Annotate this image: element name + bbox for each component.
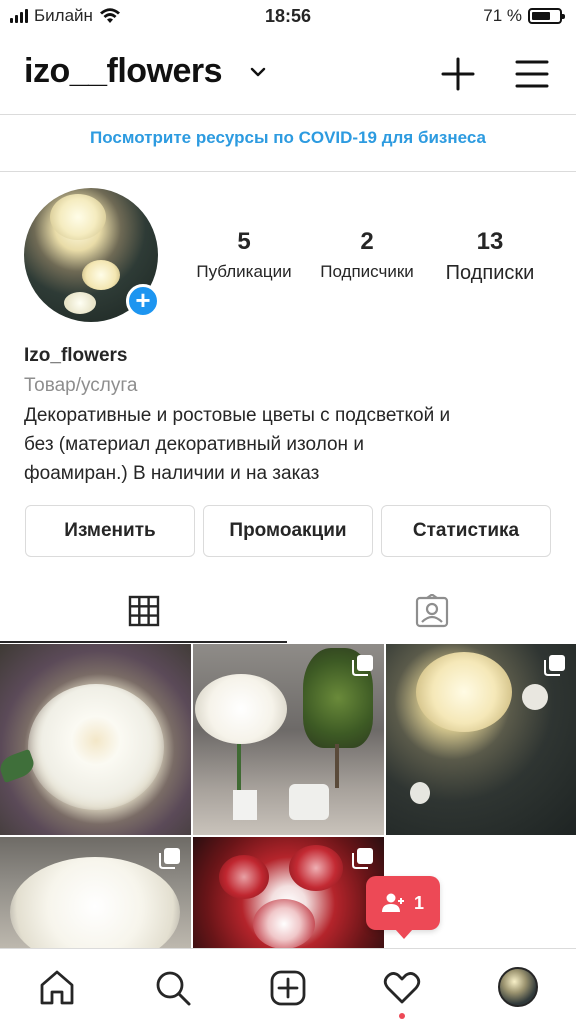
post-thumbnail[interactable] [0,644,191,835]
multiple-photos-icon [159,848,180,869]
heart-icon[interactable] [383,969,421,1007]
insights-button[interactable]: Статистика [381,505,551,557]
battery-group: 71 % [483,6,565,26]
post-thumbnail[interactable] [193,644,384,835]
battery-percent: 71 % [483,6,522,25]
divider [0,114,576,115]
stat-posts[interactable]: 5 Публикации [186,228,302,282]
active-tab-indicator [0,641,287,643]
stat-following[interactable]: 13 Подписки [434,228,546,285]
profile-avatar-icon [498,967,538,1007]
divider [0,171,576,172]
stat-value: 2 [360,228,374,255]
stat-value: 13 [476,228,504,255]
profile-bio: Декоративные и ростовые цветы с подсветк… [24,401,554,488]
multiple-photos-icon [352,848,373,869]
notification-count: 1 [413,892,424,913]
post-thumbnail[interactable] [386,644,576,835]
tab-posts-grid[interactable] [0,580,288,642]
bio-line: без (материал декоративный изолон и [24,434,364,455]
profile-avatar[interactable]: + [24,188,160,322]
tagged-icon [415,594,449,628]
stat-label: Подписчики [320,262,414,281]
edit-profile-button[interactable]: Изменить [25,505,195,557]
follower-icon [381,893,404,912]
activity-dot [399,1013,405,1019]
new-follower-notification[interactable]: 1 [366,876,440,939]
bio-line: фоамиран.) В наличии и на заказ [24,463,320,484]
stat-value: 5 [237,228,251,255]
profile-category: Товар/услуга [24,375,138,396]
bottom-navigation [0,948,576,1024]
bio-line: Декоративные и ростовые цветы с подсветк… [24,405,451,426]
battery-icon [528,8,565,24]
menu-icon[interactable] [514,56,550,92]
status-bar: Билайн 18:56 71 % [0,0,576,34]
promotions-button[interactable]: Промоакции [203,505,373,557]
profile-header: izo__flowers [0,44,576,104]
add-story-icon[interactable]: + [126,284,160,318]
create-icon[interactable] [440,56,476,92]
covid-resources-link[interactable]: Посмотрите ресурсы по COVID-19 для бизне… [0,128,576,148]
chevron-down-icon[interactable] [250,64,266,80]
battery-level [532,12,551,20]
stat-label: Публикации [196,262,292,281]
new-post-icon[interactable] [269,969,307,1007]
profile-display-name: Izo_flowers [24,345,128,366]
multiple-photos-icon [544,655,565,676]
stat-label: Подписки [445,262,535,284]
tab-tagged[interactable] [288,580,576,642]
home-icon[interactable] [38,969,76,1007]
search-icon[interactable] [154,969,192,1007]
post-thumbnail[interactable] [193,837,384,948]
post-thumbnail[interactable] [0,837,191,948]
multiple-photos-icon [352,655,373,676]
profile-tab[interactable] [498,967,538,1007]
stat-followers[interactable]: 2 Подписчики [310,228,424,282]
grid-icon [128,595,160,627]
account-switcher[interactable]: izo__flowers [24,52,223,91]
